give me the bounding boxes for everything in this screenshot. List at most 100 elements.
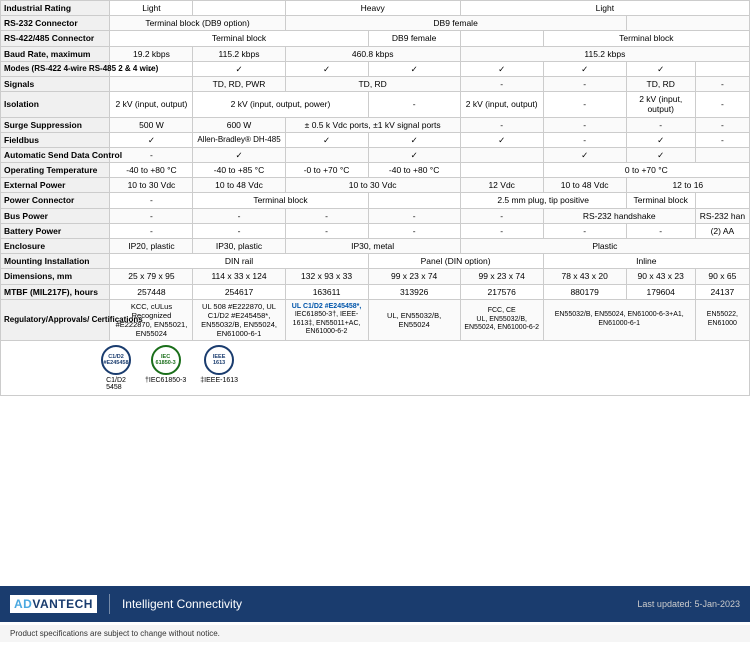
cell: - [110,223,193,238]
c1d2-label: C1/D25458 [106,377,126,391]
divider [109,594,110,614]
footer-date: Last updated: 5-Jan-2023 [637,599,740,609]
cell: 880179 [543,284,626,299]
table-row: Surge Suppression 500 W 600 W ± 0.5 k Vd… [1,117,750,132]
cell: 115.2 kbps [460,46,749,61]
cell: 2.5 mm plug, tip positive [460,193,626,208]
cell: - [110,193,193,208]
cell: TD, RD, PWR [193,76,285,91]
c1d2-icon: C1/D2#E245458 [101,345,131,375]
cell: ✓ [543,147,626,162]
cell: Inline [543,254,749,269]
cell: - [543,76,626,91]
footer-disclaimer: Product specifications are subject to ch… [10,629,220,638]
cell: 19.2 kbps [110,46,193,61]
row-label: Baud Rate, maximum [1,46,110,61]
cell: 163611 [285,284,368,299]
row-label: Isolation [1,92,110,117]
cell: 313926 [368,284,460,299]
cell: - [368,208,460,223]
table-row: Isolation 2 kV (input, output) 2 kV (inp… [1,92,750,117]
row-label: Mounting Installation [1,254,110,269]
cell: - [460,208,543,223]
cell: ✓ [543,61,626,76]
cell: UL 508 #E222870, UL C1/D2 #E245458*, EN5… [193,299,285,340]
cell: ✓ [460,61,543,76]
cell: KCC, cULus Recognized #E222870, EN55021,… [110,299,193,340]
cell: - [193,208,285,223]
cell: - [460,223,543,238]
cell: 217576 [460,284,543,299]
cell [626,16,749,31]
cell: IP30, plastic [193,239,285,254]
cell: - [695,117,749,132]
ieee-icon: IEEE1613 [204,345,234,375]
table-row: Operating Temperature -40 to +80 °C -40 … [1,163,750,178]
cell: DB9 female [368,31,460,46]
cell: 2 kV (input, output) [110,92,193,117]
cert-icon-ieee: IEEE1613 ‡IEEE-1613 [200,345,238,391]
cell: ✓ [626,61,695,76]
cell: FCC, CEUL, EN55032/B, EN55024, EN61000-6… [460,299,543,340]
cell: - [285,223,368,238]
table-row: Fieldbus ✓ Allen-Bradley® DH-485 ✓ ✓ ✓ -… [1,132,750,147]
cell: DB9 female [285,16,626,31]
cert-icon-iec: IEC61850-3 †IEC61850-3 [145,345,186,391]
row-label: Dimensions, mm [1,269,110,284]
cell: 500 W [110,117,193,132]
cell: ✓ [193,147,285,162]
cell: Terminal block [626,193,695,208]
cell: - [543,223,626,238]
cell: ✓ [193,61,285,76]
cell: 460.8 kbps [285,46,460,61]
cell: - [368,223,460,238]
cell: 2 kV (input, output) [626,92,695,117]
table-row: MTBF (MIL217F), hours 257448 254617 1636… [1,284,750,299]
cell: EN55032/B, EN55024, EN61000-6-3+A1, EN61… [543,299,695,340]
table-row: Bus Power - - - - - RS-232 handshake RS-… [1,208,750,223]
cell: -0 to +70 °C [285,163,368,178]
cell: - [110,147,193,162]
cell: 10 to 30 Vdc [285,178,460,193]
cell: 12 Vdc [460,178,543,193]
cell: TD, RD [285,76,460,91]
cell: 2 kV (input, output, power) [193,92,368,117]
cell: Terminal block [193,193,368,208]
cell: Terminal block [543,31,749,46]
cell: UL, EN55032/B, EN55024 [368,299,460,340]
cell: RS-232 han [695,208,749,223]
cell: 115.2 kbps [193,46,285,61]
row-label: Modes (RS-422 4-wire RS-485 2 & 4 wire) [1,61,110,76]
ieee-label: ‡IEEE-1613 [200,377,238,384]
cell: - [285,208,368,223]
cell: ✓ [460,132,543,147]
table-row: Dimensions, mm 25 x 79 x 95 114 x 33 x 1… [1,269,750,284]
cell: IP20, plastic [110,239,193,254]
cell: - [626,223,695,238]
cell: -40 to +80 °C [368,163,460,178]
cell [193,1,285,16]
certification-icons-row: C1/D2#E245458 C1/D25458 IEC61850-3 †IEC6… [0,341,750,396]
cell: ✓ [368,61,460,76]
row-label: Bus Power [1,208,110,223]
cell: EN55022, EN61000 [695,299,749,340]
cell: 10 to 48 Vdc [543,178,626,193]
cell: UL C1/D2 #E245458*, IEC61850-3†, IEEE-16… [285,299,368,340]
cell: 10 to 48 Vdc [193,178,285,193]
row-label: Regulatory/Approvals/ Certifications [1,299,110,340]
row-label: RS-232 Connector [1,16,110,31]
iec-icon: IEC61850-3 [151,345,181,375]
cell: ✓ [285,132,368,147]
cell: - [460,117,543,132]
brand-text: ADVANTECH [10,595,97,613]
cell: - [110,208,193,223]
cert-icon-c1d2: C1/D2#E245458 C1/D25458 [101,345,131,391]
table-row: Mounting Installation DIN rail Panel (DI… [1,254,750,269]
row-label: Surge Suppression [1,117,110,132]
cell: ✓ [368,132,460,147]
cell: 114 x 33 x 124 [193,269,285,284]
row-label: External Power [1,178,110,193]
cell: - [695,92,749,117]
cell: - [193,223,285,238]
cell: ✓ [626,132,695,147]
